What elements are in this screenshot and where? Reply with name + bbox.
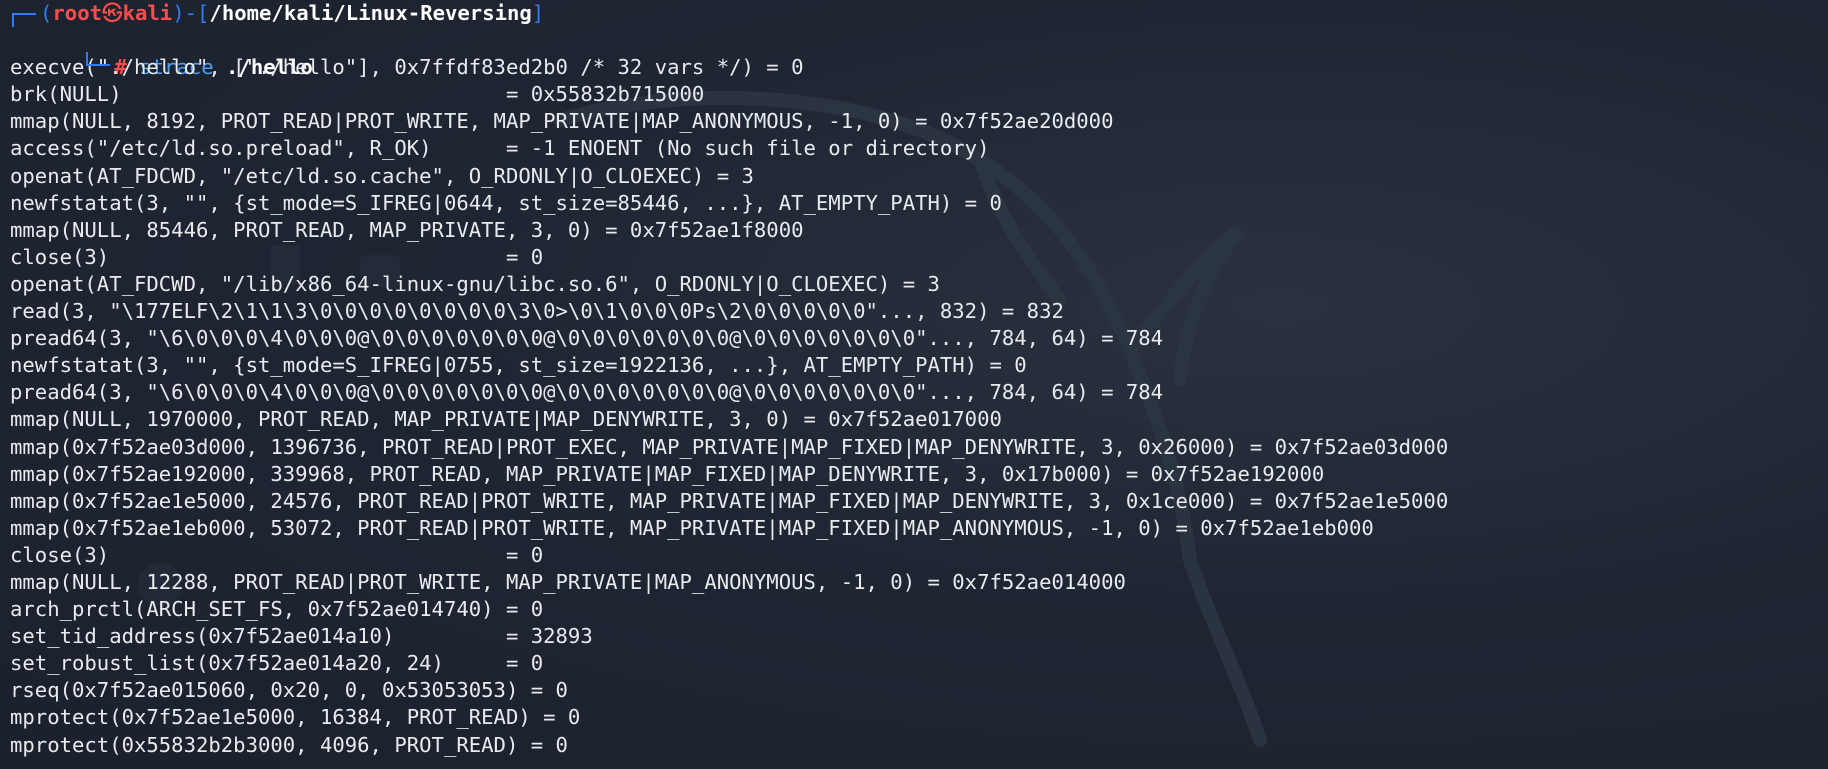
output-line: access("/etc/ld.so.preload", R_OK) = -1 … bbox=[10, 136, 990, 161]
output-line: mmap(NULL, 12288, PROT_READ|PROT_WRITE, … bbox=[10, 569, 1126, 594]
prompt-line-command[interactable]: # strace ./hello bbox=[10, 27, 1448, 79]
output-line: mmap(0x7f52ae03d000, 1396736, PROT_READ|… bbox=[10, 434, 1449, 459]
output-line: mmap(0x7f52ae1eb000, 53072, PROT_READ|PR… bbox=[10, 515, 1374, 540]
output-line: newfstatat(3, "", {st_mode=S_IFREG|0644,… bbox=[10, 190, 1002, 215]
terminal-window[interactable]: (root ㉿ kali)-[/home/kali/Linux-Reversing]… bbox=[0, 0, 1828, 769]
output-line: pread64(3, "\6\0\0\0\4\0\0\0@\0\0\0\0\0\… bbox=[10, 326, 1164, 351]
prompt-user: root bbox=[52, 1, 103, 25]
output-line: mprotect(0x7f52ae1e5000, 16384, PROT_REA… bbox=[10, 705, 581, 730]
output-line: rseq(0x7f52ae015060, 0x20, 0, 0x53053053… bbox=[10, 678, 568, 703]
output-line: mmap(NULL, 8192, PROT_READ|PROT_WRITE, M… bbox=[10, 109, 1114, 134]
prompt-corner-bottom bbox=[86, 52, 111, 67]
output-line: newfstatat(3, "", {st_mode=S_IFREG|0755,… bbox=[10, 353, 1027, 378]
output-line: brk(NULL) = 0x55832b715000 bbox=[10, 82, 705, 107]
skull-icon: ㉿ bbox=[102, 1, 123, 25]
output-line: arch_prctl(ARCH_SET_FS, 0x7f52ae014740) … bbox=[10, 597, 544, 622]
prompt-corner-top bbox=[12, 12, 36, 27]
output-line: mmap(NULL, 85446, PROT_READ, MAP_PRIVATE… bbox=[10, 217, 804, 242]
output-line: read(3, "\177ELF\2\1\1\3\0\0\0\0\0\0\0\0… bbox=[10, 299, 1064, 324]
output-line: execve("./hello", ["./hello"], 0x7ffdf83… bbox=[10, 55, 804, 80]
output-line: mprotect(0x55832b2b3000, 4096, PROT_READ… bbox=[10, 732, 568, 757]
output-line: openat(AT_FDCWD, "/lib/x86_64-linux-gnu/… bbox=[10, 271, 940, 296]
output-line: close(3) = 0 bbox=[10, 244, 544, 269]
prompt-cwd: /home/kali/Linux-Reversing bbox=[209, 1, 532, 25]
output-line: openat(AT_FDCWD, "/etc/ld.so.cache", O_R… bbox=[10, 163, 754, 188]
prompt-line-top: (root ㉿ kali)-[/home/kali/Linux-Reversing] bbox=[10, 0, 1448, 27]
prompt-host: kali bbox=[122, 1, 173, 25]
output-line: set_tid_address(0x7f52ae014a10) = 32893 bbox=[10, 624, 593, 649]
output-line: close(3) = 0 bbox=[10, 542, 544, 567]
output-line: mmap(0x7f52ae1e5000, 24576, PROT_READ|PR… bbox=[10, 488, 1449, 513]
output-line: mmap(NULL, 1970000, PROT_READ, MAP_PRIVA… bbox=[10, 407, 1002, 432]
output-line: mmap(0x7f52ae192000, 339968, PROT_READ, … bbox=[10, 461, 1325, 486]
output-line: pread64(3, "\6\0\0\0\4\0\0\0@\0\0\0\0\0\… bbox=[10, 380, 1164, 405]
output-line: set_robust_list(0x7f52ae014a20, 24) = 0 bbox=[10, 651, 544, 676]
